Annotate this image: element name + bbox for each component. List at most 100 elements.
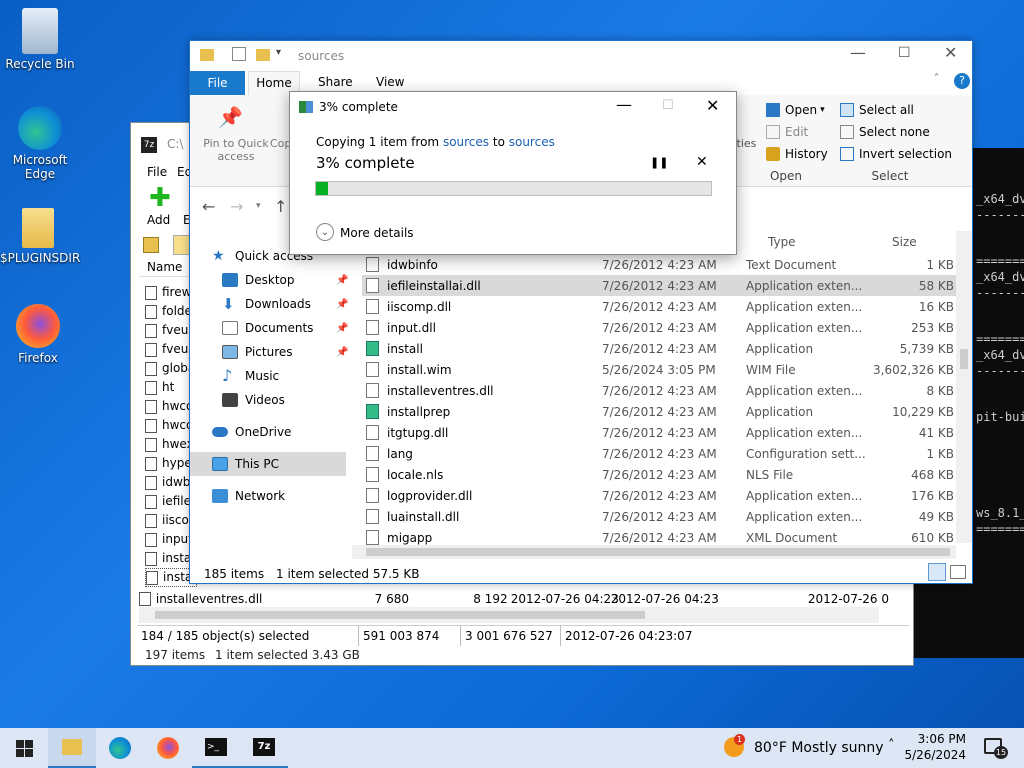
maximize-icon[interactable]: ☐ (898, 45, 911, 61)
destination-link[interactable]: sources (509, 135, 555, 149)
desktop-icon-pluginsdir[interactable]: $PLUGINSDIR (0, 208, 80, 265)
more-details-button[interactable]: More details (340, 226, 414, 240)
properties-icon[interactable] (232, 47, 246, 61)
cancel-icon[interactable]: ✕ (696, 154, 708, 170)
select-none-button[interactable]: Select none (840, 125, 930, 139)
desktop-icon-label: Firefox (18, 351, 58, 365)
nav-pictures[interactable]: Pictures 📌 (190, 340, 350, 364)
table-row[interactable]: idwbinfo 7/26/2012 4:23 AM Text Document 1 … (362, 254, 956, 275)
chevron-up-icon[interactable]: ˄ (934, 73, 939, 84)
xml-file-icon (366, 530, 379, 545)
table-row[interactable]: input.dll 7/26/2012 4:23 AM Application ex… (362, 317, 956, 338)
add-icon[interactable]: ✚ (149, 185, 171, 211)
pin-to-quick-access-button[interactable]: Pin to Quick access (196, 137, 276, 163)
pin-icon[interactable]: 📌 (336, 299, 348, 310)
table-row[interactable]: install 7/26/2012 4:23 AM Application 5,739… (362, 338, 956, 359)
close-icon[interactable]: ✕ (706, 96, 719, 115)
sevenzip-selected-row[interactable]: installeventres.dll 7 680 8 192 2012-07-… (139, 589, 889, 608)
pin-icon[interactable]: 📌 (336, 323, 348, 334)
chevron-down-icon[interactable]: ⌄ (316, 223, 334, 241)
invert-selection-button[interactable]: Invert selection (840, 147, 952, 161)
start-button[interactable] (0, 728, 48, 768)
chevron-up-icon[interactable]: ˄ (888, 738, 895, 753)
quick-access-dropdown-icon[interactable]: ▾ (276, 47, 281, 58)
tab-view[interactable]: View (376, 75, 404, 89)
column-size[interactable]: Size (892, 235, 917, 249)
close-icon[interactable]: ✕ (944, 43, 957, 62)
dll-file-icon (366, 299, 379, 314)
file-icon (139, 591, 151, 606)
minimize-icon[interactable]: — (850, 43, 866, 62)
explorer-vscroll[interactable] (956, 231, 972, 543)
text-file-icon (366, 257, 379, 272)
taskbar-7zip[interactable]: 7z (240, 728, 288, 768)
desktop-icon-firefox[interactable]: Firefox (0, 304, 76, 365)
scroll-thumb[interactable] (960, 349, 968, 369)
taskbar: >_ 7z 1 80°F Mostly sunny ˄ 3:06 PM 5/26… (0, 728, 1024, 768)
weather-text[interactable]: 80°F Mostly sunny (754, 740, 884, 756)
help-icon[interactable]: ? (954, 73, 970, 89)
select-all-button[interactable]: Select all (840, 103, 914, 117)
clock-time[interactable]: 3:06 PM (916, 732, 966, 746)
nav-onedrive[interactable]: OneDrive (190, 420, 350, 444)
clock-date[interactable]: 5/26/2024 (904, 748, 966, 762)
desktop-icon-edge[interactable]: Microsoft Edge (2, 106, 78, 181)
nav-downloads[interactable]: ⬇ Downloads 📌 (190, 292, 350, 316)
nav-music[interactable]: ♪ Music (190, 364, 350, 388)
nav-documents[interactable]: Documents 📌 (190, 316, 350, 340)
cloud-icon (212, 427, 228, 437)
up-folder-icon[interactable] (143, 237, 159, 253)
table-row[interactable]: iiscomp.dll 7/26/2012 4:23 AM Application … (362, 296, 956, 317)
scroll-thumb[interactable] (366, 548, 950, 556)
tab-share[interactable]: Share (318, 75, 353, 89)
pin-icon[interactable]: 📌 (336, 275, 348, 286)
details-view-icon[interactable] (928, 563, 946, 581)
weather-icon[interactable]: 1 (724, 734, 745, 757)
pin-icon[interactable]: 📌 (336, 347, 348, 358)
nav-network[interactable]: Network (190, 484, 350, 508)
taskbar-terminal[interactable]: >_ (192, 728, 240, 768)
table-row[interactable]: iefileinstallai.dll 7/26/2012 4:23 AM Appl… (362, 275, 956, 296)
taskbar-file-explorer[interactable] (48, 728, 96, 768)
recycle-bin-icon (22, 8, 58, 54)
table-row[interactable]: locale.nls 7/26/2012 4:23 AM NLS File 468 K… (362, 464, 956, 485)
new-folder-icon[interactable] (256, 49, 270, 61)
sevenzip-hscroll[interactable] (139, 607, 879, 623)
history-button[interactable]: History (766, 147, 828, 161)
table-row[interactable]: lang 7/26/2012 4:23 AM Configuration sett.… (362, 443, 956, 464)
taskbar-edge[interactable] (96, 728, 144, 768)
table-row[interactable]: installprep 7/26/2012 4:23 AM Application 1… (362, 401, 956, 422)
nav-this-pc[interactable]: This PC (190, 452, 346, 476)
nav-desktop[interactable]: Desktop 📌 (190, 268, 350, 292)
up-arrow-icon[interactable]: ↑ (274, 197, 287, 216)
pin-icon[interactable]: 📌 (218, 105, 243, 129)
scroll-thumb[interactable] (155, 611, 645, 619)
edit-button[interactable]: Edit (766, 125, 808, 139)
edge-icon (18, 106, 62, 150)
table-row[interactable]: itgtupg.dll 7/26/2012 4:23 AM Application … (362, 422, 956, 443)
file-icon (145, 437, 157, 452)
sevenzip-menu-file[interactable]: File (147, 165, 167, 179)
table-row[interactable]: logprovider.dll 7/26/2012 4:23 AM Applicat… (362, 485, 956, 506)
pause-icon[interactable]: ❚❚ (650, 156, 668, 169)
forward-arrow-icon[interactable]: → (230, 197, 243, 216)
table-row[interactable]: luainstall.dll 7/26/2012 4:23 AM Applicati… (362, 506, 956, 527)
open-button[interactable]: Open ▾ (766, 103, 825, 117)
table-row[interactable]: install.wim 5/26/2024 3:05 PM WIM File 3,60… (362, 359, 956, 380)
tab-file[interactable]: File (190, 71, 245, 95)
recent-dropdown-icon[interactable]: ▾ (256, 201, 261, 211)
maximize-icon[interactable]: ☐ (662, 98, 674, 113)
desktop-icon-recycle-bin[interactable]: Recycle Bin (2, 8, 78, 71)
back-arrow-icon[interactable]: ← (202, 197, 215, 216)
taskbar-firefox[interactable] (144, 728, 192, 768)
add-button-label[interactable]: Add (147, 213, 170, 227)
column-type[interactable]: Type (768, 235, 796, 249)
copy-progress-dialog[interactable]: 3% complete — ☐ ✕ Copying 1 item from so… (289, 91, 737, 255)
notification-center-icon[interactable]: 15 (984, 738, 1008, 759)
source-link[interactable]: sources (443, 135, 489, 149)
table-row[interactable]: installeventres.dll 7/26/2012 4:23 AM Appl… (362, 380, 956, 401)
large-icons-view-icon[interactable] (950, 565, 966, 579)
minimize-icon[interactable]: — (616, 95, 632, 114)
explorer-hscroll[interactable] (352, 545, 956, 559)
nav-videos[interactable]: Videos (190, 388, 350, 412)
